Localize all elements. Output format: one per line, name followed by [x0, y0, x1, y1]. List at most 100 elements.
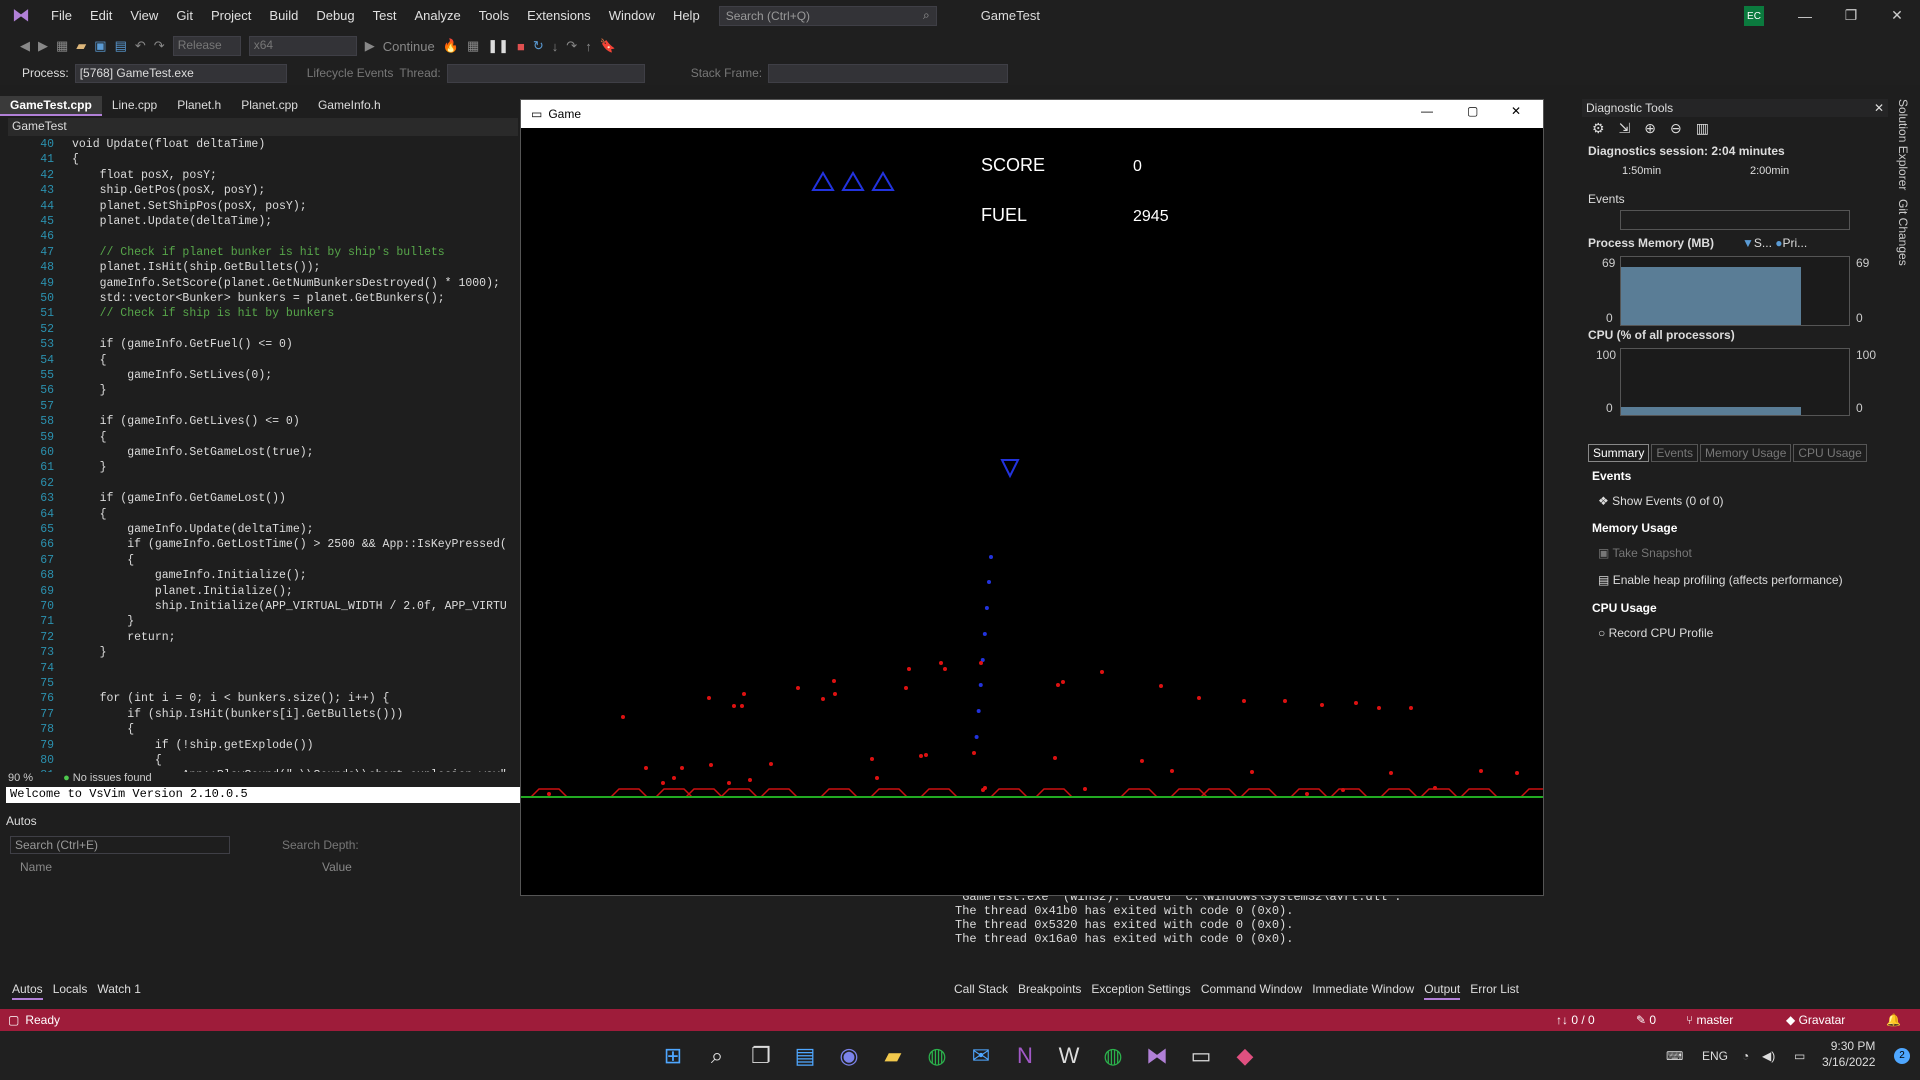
teams-chat-icon[interactable]: ◉ — [831, 1038, 867, 1074]
game-canvas[interactable]: SCORE 0 FUEL 2945 — [521, 128, 1543, 895]
minimize-icon[interactable]: — — [1782, 0, 1828, 31]
task-view-icon[interactable]: ❐ — [743, 1038, 779, 1074]
configuration-select[interactable]: Release — [172, 36, 241, 56]
tab-line-cpp[interactable]: Line.cpp — [102, 96, 167, 116]
restart-icon[interactable]: ↻ — [533, 38, 544, 54]
step-out-icon[interactable]: ↑ — [585, 39, 592, 54]
process-select[interactable]: [5768] GameTest.exe — [74, 63, 287, 83]
step-over-icon[interactable]: ↷ — [566, 38, 577, 54]
tab-gametest-cpp[interactable]: GameTest.cpp — [0, 96, 102, 116]
record-cpu-button[interactable]: ○ Record CPU Profile — [1598, 626, 1713, 640]
export-icon[interactable]: ⇲ — [1619, 120, 1631, 138]
code-line[interactable]: 51 // Check if ship is hit by bunkers — [0, 306, 520, 321]
git-changes-tab[interactable]: Git Changes — [1896, 199, 1910, 266]
code-line[interactable]: 55 gameInfo.SetLives(0); — [0, 368, 520, 383]
visual-studio-icon[interactable]: ⧓ — [1139, 1038, 1175, 1074]
wordpad-icon[interactable]: W — [1051, 1038, 1087, 1074]
volume-icon[interactable]: ◀) — [1762, 1049, 1775, 1063]
code-line[interactable]: 69 planet.Initialize(); — [0, 584, 520, 599]
bookmark-icon[interactable]: 🔖 — [600, 38, 616, 54]
pencil-counter[interactable]: ✎ 0 — [1636, 1013, 1656, 1027]
continue-icon[interactable]: ▶ — [365, 38, 375, 54]
pause-icon[interactable]: ❚❚ — [487, 38, 509, 54]
game-maximize-icon[interactable]: ▢ — [1467, 104, 1478, 118]
menu-view[interactable]: View — [121, 0, 167, 31]
tab-events[interactable]: Events — [1651, 444, 1699, 462]
tab-error-list[interactable]: Error List — [1470, 982, 1519, 1000]
code-line[interactable]: 40 void Update(float deltaTime) — [0, 137, 520, 152]
code-line[interactable]: 60 gameInfo.SetGameLost(true); — [0, 445, 520, 460]
menu-git[interactable]: Git — [167, 0, 202, 31]
wifi-icon[interactable]: ◔ — [1742, 1049, 1749, 1063]
code-line[interactable]: 72 return; — [0, 630, 520, 645]
code-line[interactable]: 52 — [0, 322, 520, 337]
forward-icon[interactable]: ▶ — [38, 38, 48, 54]
save-icon[interactable]: ▣ — [94, 38, 106, 54]
solution-explorer-tab[interactable]: Solution Explorer — [1896, 99, 1910, 190]
hot-reload-icon[interactable]: 🔥 — [443, 38, 459, 54]
code-line[interactable]: 75 — [0, 676, 520, 691]
game-app-icon[interactable]: ▭ — [1183, 1038, 1219, 1074]
show-events-button[interactable]: ❖ Show Events (0 of 0) — [1598, 494, 1724, 508]
code-line[interactable]: 63 if (gameInfo.GetGameLost()) — [0, 491, 520, 506]
close-icon[interactable]: ✕ — [1874, 101, 1884, 115]
menu-test[interactable]: Test — [364, 0, 406, 31]
tab-planet-h[interactable]: Planet.h — [167, 96, 231, 116]
mail-icon[interactable]: ✉ — [963, 1038, 999, 1074]
notification-badge[interactable]: 2 — [1894, 1047, 1910, 1064]
code-line[interactable]: 71 } — [0, 614, 520, 629]
chrome-icon[interactable]: ◍ — [919, 1038, 955, 1074]
line-counter[interactable]: ↑↓ 0 / 0 — [1556, 1013, 1595, 1027]
language-indicator[interactable]: ENG — [1702, 1049, 1728, 1063]
paint-icon[interactable]: ◆ — [1227, 1038, 1263, 1074]
navigation-bar[interactable]: GameTest — [8, 118, 518, 136]
code-line[interactable]: 47 // Check if planet bunker is hit by s… — [0, 245, 520, 260]
game-minimize-icon[interactable]: — — [1421, 104, 1433, 118]
back-icon[interactable]: ◀ — [20, 38, 30, 54]
code-line[interactable]: 56 } — [0, 383, 520, 398]
restore-icon[interactable]: ❐ — [1828, 0, 1874, 31]
code-line[interactable]: 42 float posX, posY; — [0, 168, 520, 183]
close-icon[interactable]: ✕ — [1874, 0, 1920, 31]
stop-icon[interactable]: ■ — [517, 39, 525, 54]
tab-exception-settings[interactable]: Exception Settings — [1091, 982, 1190, 1000]
code-line[interactable]: 62 — [0, 476, 520, 491]
code-line[interactable]: 78 { — [0, 722, 520, 737]
widgets-icon[interactable]: ▤ — [787, 1038, 823, 1074]
open-folder-icon[interactable]: ▰ — [76, 38, 86, 54]
code-line[interactable]: 61 } — [0, 460, 520, 475]
user-avatar[interactable]: EC — [1744, 6, 1764, 26]
code-line[interactable]: 43 ship.GetPos(posX, posY); — [0, 183, 520, 198]
code-line[interactable]: 74 — [0, 661, 520, 676]
code-line[interactable]: 77 if (ship.IsHit(bunkers[i].GetBullets(… — [0, 707, 520, 722]
keyboard-icon[interactable]: ⌨ — [1666, 1049, 1683, 1063]
tab-output[interactable]: Output — [1424, 982, 1461, 1000]
code-line[interactable]: 80 { — [0, 753, 520, 768]
code-line[interactable]: 65 gameInfo.Update(deltaTime); — [0, 522, 520, 537]
code-line[interactable]: 67 { — [0, 553, 520, 568]
code-line[interactable]: 68 gameInfo.Initialize(); — [0, 568, 520, 583]
clock[interactable]: 9:30 PM 3/16/2022 — [1822, 1038, 1875, 1070]
step-into-icon[interactable]: ↓ — [552, 39, 559, 54]
save-all-icon[interactable]: ▤ — [115, 38, 127, 54]
code-line[interactable]: 46 — [0, 229, 520, 244]
chrome-profile-icon[interactable]: ◍ — [1095, 1038, 1131, 1074]
code-line[interactable]: 54 { — [0, 353, 520, 368]
app-insights-icon[interactable]: ▦ — [467, 38, 479, 54]
output-window[interactable]: 'GameTest.exe' (Win32): Loaded 'C:\Windo… — [955, 890, 1875, 970]
battery-icon[interactable]: ▭ — [1794, 1049, 1805, 1063]
tab-planet-cpp[interactable]: Planet.cpp — [231, 96, 308, 116]
code-line[interactable]: 41 { — [0, 152, 520, 167]
tab-locals[interactable]: Locals — [53, 982, 88, 1000]
menu-analyze[interactable]: Analyze — [405, 0, 469, 31]
tab-gameinfo-h[interactable]: GameInfo.h — [308, 96, 391, 116]
heap-profiling-button[interactable]: ▤ Enable heap profiling (affects perform… — [1598, 573, 1843, 587]
code-line[interactable]: 50 std::vector<Bunker> bunkers = planet.… — [0, 291, 520, 306]
tab-autos[interactable]: Autos — [12, 982, 43, 1000]
menu-project[interactable]: Project — [202, 0, 260, 31]
code-line[interactable]: 45 planet.Update(deltaTime); — [0, 214, 520, 229]
windows-start-icon[interactable]: ⊞ — [655, 1038, 691, 1074]
menu-edit[interactable]: Edit — [81, 0, 121, 31]
code-line[interactable]: 49 gameInfo.SetScore(planet.GetNumBunker… — [0, 276, 520, 291]
stack-frame-select[interactable] — [768, 63, 1009, 83]
